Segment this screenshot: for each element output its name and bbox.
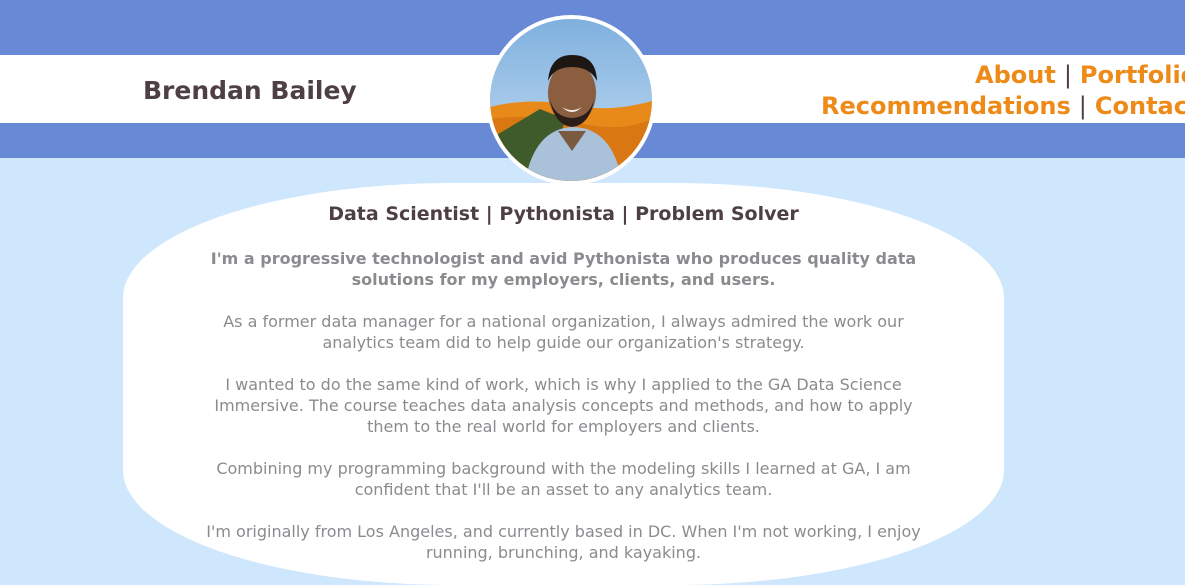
nav-row-1: About| Portfolio <box>821 60 1185 91</box>
site-name: Brendan Bailey <box>143 76 357 105</box>
intro-paragraph: I'm a progressive technologist and avid … <box>210 249 917 289</box>
nav-link-recommendations[interactable]: Recommendations <box>821 92 1071 120</box>
profile-photo-illustration <box>490 19 652 181</box>
nav-link-about[interactable]: About <box>975 61 1056 89</box>
nav-link-portfolio[interactable]: Portfolio <box>1080 61 1185 89</box>
nav-separator: | <box>1063 61 1072 89</box>
nav-link-contact[interactable]: Contact <box>1095 92 1185 120</box>
nav-separator: | <box>1078 92 1087 120</box>
about-section: Data Scientist | Pythonista | Problem So… <box>123 183 1004 585</box>
about-paragraph: I wanted to do the same kind of work, wh… <box>214 375 913 436</box>
tagline: Data Scientist | Pythonista | Problem So… <box>328 203 799 225</box>
about-paragraph: Combining my programming background with… <box>216 459 911 499</box>
main-nav: About|Portfolio Recommendations|Contact <box>821 60 1185 122</box>
about-paragraph: I'm originally from Los Angeles, and cur… <box>206 522 921 562</box>
profile-photo <box>486 15 656 185</box>
nav-row-2: Recommendations| Contact <box>821 91 1185 122</box>
about-paragraph: As a former data manager for a national … <box>223 312 904 352</box>
